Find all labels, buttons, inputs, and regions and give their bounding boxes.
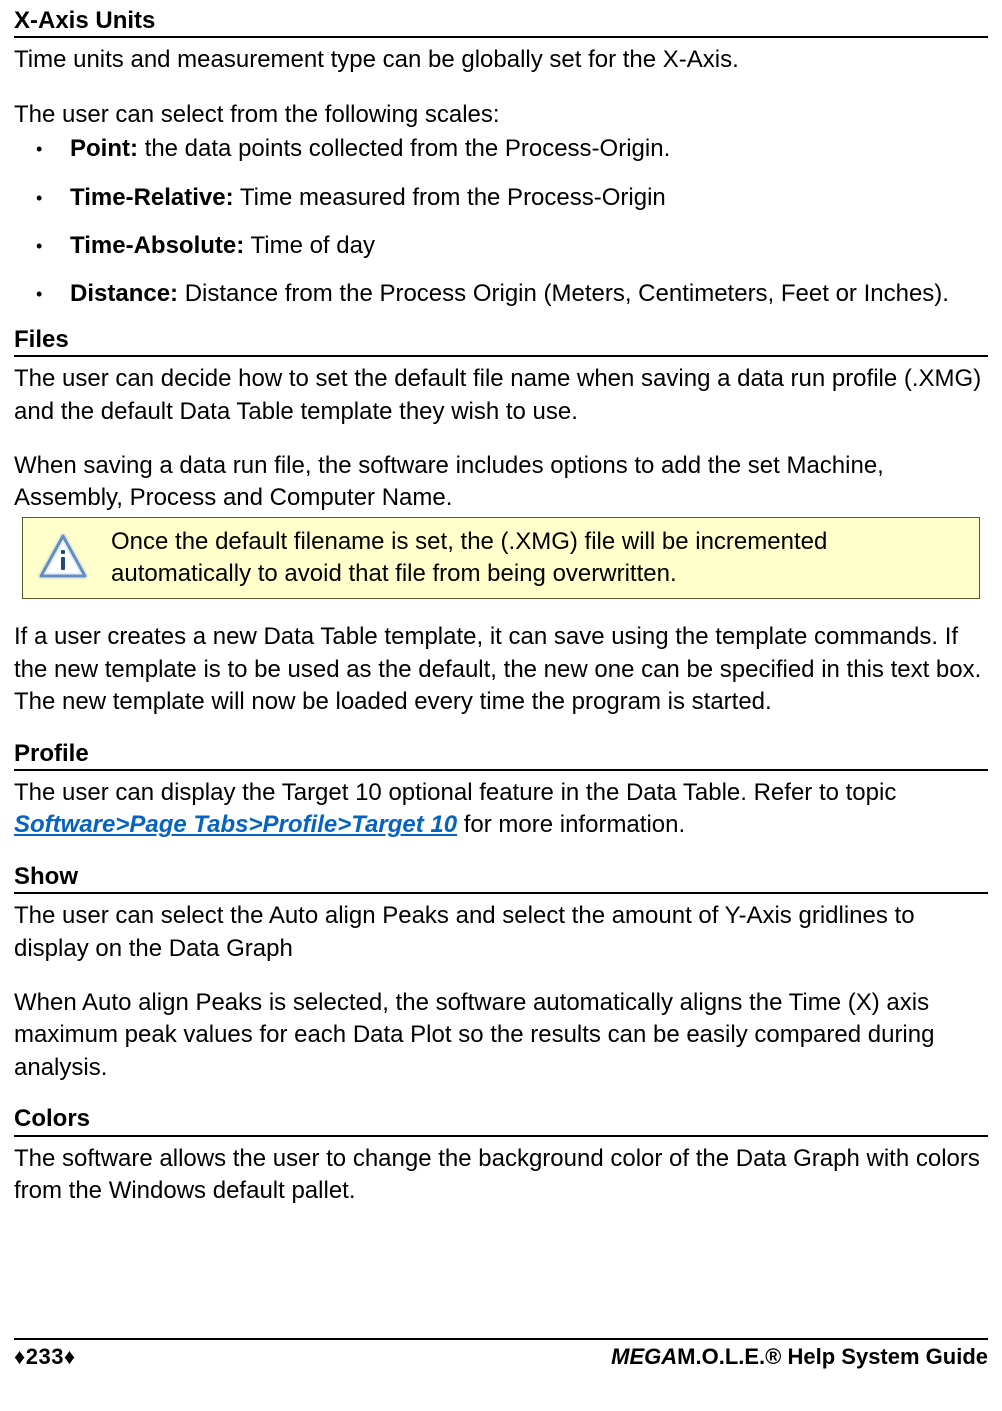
xaxis-item-distance-text: Distance from the Process Origin (Meters… (178, 280, 949, 307)
footer-title-rest: M.O.L.E.® Help System Guide (677, 1344, 988, 1369)
xaxis-item-distance-label: Distance: (70, 280, 178, 307)
files-p3: If a user creates a new Data Table templ… (14, 621, 988, 718)
page-footer: ♦233♦ MEGAM.O.L.E.® Help System Guide (14, 1338, 988, 1370)
footer-title-bold: MEGA (611, 1344, 677, 1369)
xaxis-item-distance: Distance: Distance from the Process Orig… (14, 278, 988, 310)
xaxis-bullet-list: Point: the data points collected from th… (14, 133, 988, 311)
profile-text-post: for more information. (457, 811, 685, 838)
xaxis-item-time-relative-text: Time measured from the Process-Origin (234, 184, 666, 211)
page-content: X-Axis Units Time units and measurement … (14, 8, 988, 1338)
xaxis-item-point: Point: the data points collected from th… (14, 133, 988, 165)
heading-xaxis-units: X-Axis Units (14, 8, 988, 38)
heading-files: Files (14, 327, 988, 357)
heading-colors: Colors (14, 1106, 988, 1136)
footer-page-number: ♦233♦ (14, 1344, 76, 1370)
footer-title: MEGAM.O.L.E.® Help System Guide (611, 1344, 988, 1370)
show-p2: When Auto align Peaks is selected, the s… (14, 987, 988, 1084)
heading-show: Show (14, 864, 988, 894)
note-text: Once the default filename is set, the (.… (111, 526, 969, 591)
profile-paragraph: The user can display the Target 10 optio… (14, 777, 988, 842)
heading-profile: Profile (14, 741, 988, 771)
files-p2: When saving a data run file, the softwar… (14, 450, 988, 515)
info-icon-wrap (33, 526, 93, 591)
xaxis-intro: Time units and measurement type can be g… (14, 44, 988, 76)
xaxis-item-time-absolute-label: Time-Absolute: (70, 232, 244, 259)
xaxis-item-time-absolute: Time-Absolute: Time of day (14, 230, 988, 262)
help-page: X-Axis Units Time units and measurement … (0, 0, 1002, 1411)
xaxis-lead: The user can select from the following s… (14, 99, 988, 131)
colors-p1: The software allows the user to change t… (14, 1143, 988, 1208)
info-icon (37, 532, 89, 584)
note-box: Once the default filename is set, the (.… (22, 517, 980, 600)
xaxis-item-point-label: Point: (70, 135, 138, 162)
profile-text-pre: The user can display the Target 10 optio… (14, 779, 896, 806)
xaxis-item-time-absolute-text: Time of day (244, 232, 375, 259)
xaxis-item-time-relative: Time-Relative: Time measured from the Pr… (14, 182, 988, 214)
files-p1: The user can decide how to set the defau… (14, 363, 988, 428)
show-p1: The user can select the Auto align Peaks… (14, 900, 988, 965)
xaxis-item-point-text: the data points collected from the Proce… (138, 135, 670, 162)
xaxis-item-time-relative-label: Time-Relative: (70, 184, 234, 211)
profile-link-target10[interactable]: Software>Page Tabs>Profile>Target 10 (14, 811, 457, 838)
